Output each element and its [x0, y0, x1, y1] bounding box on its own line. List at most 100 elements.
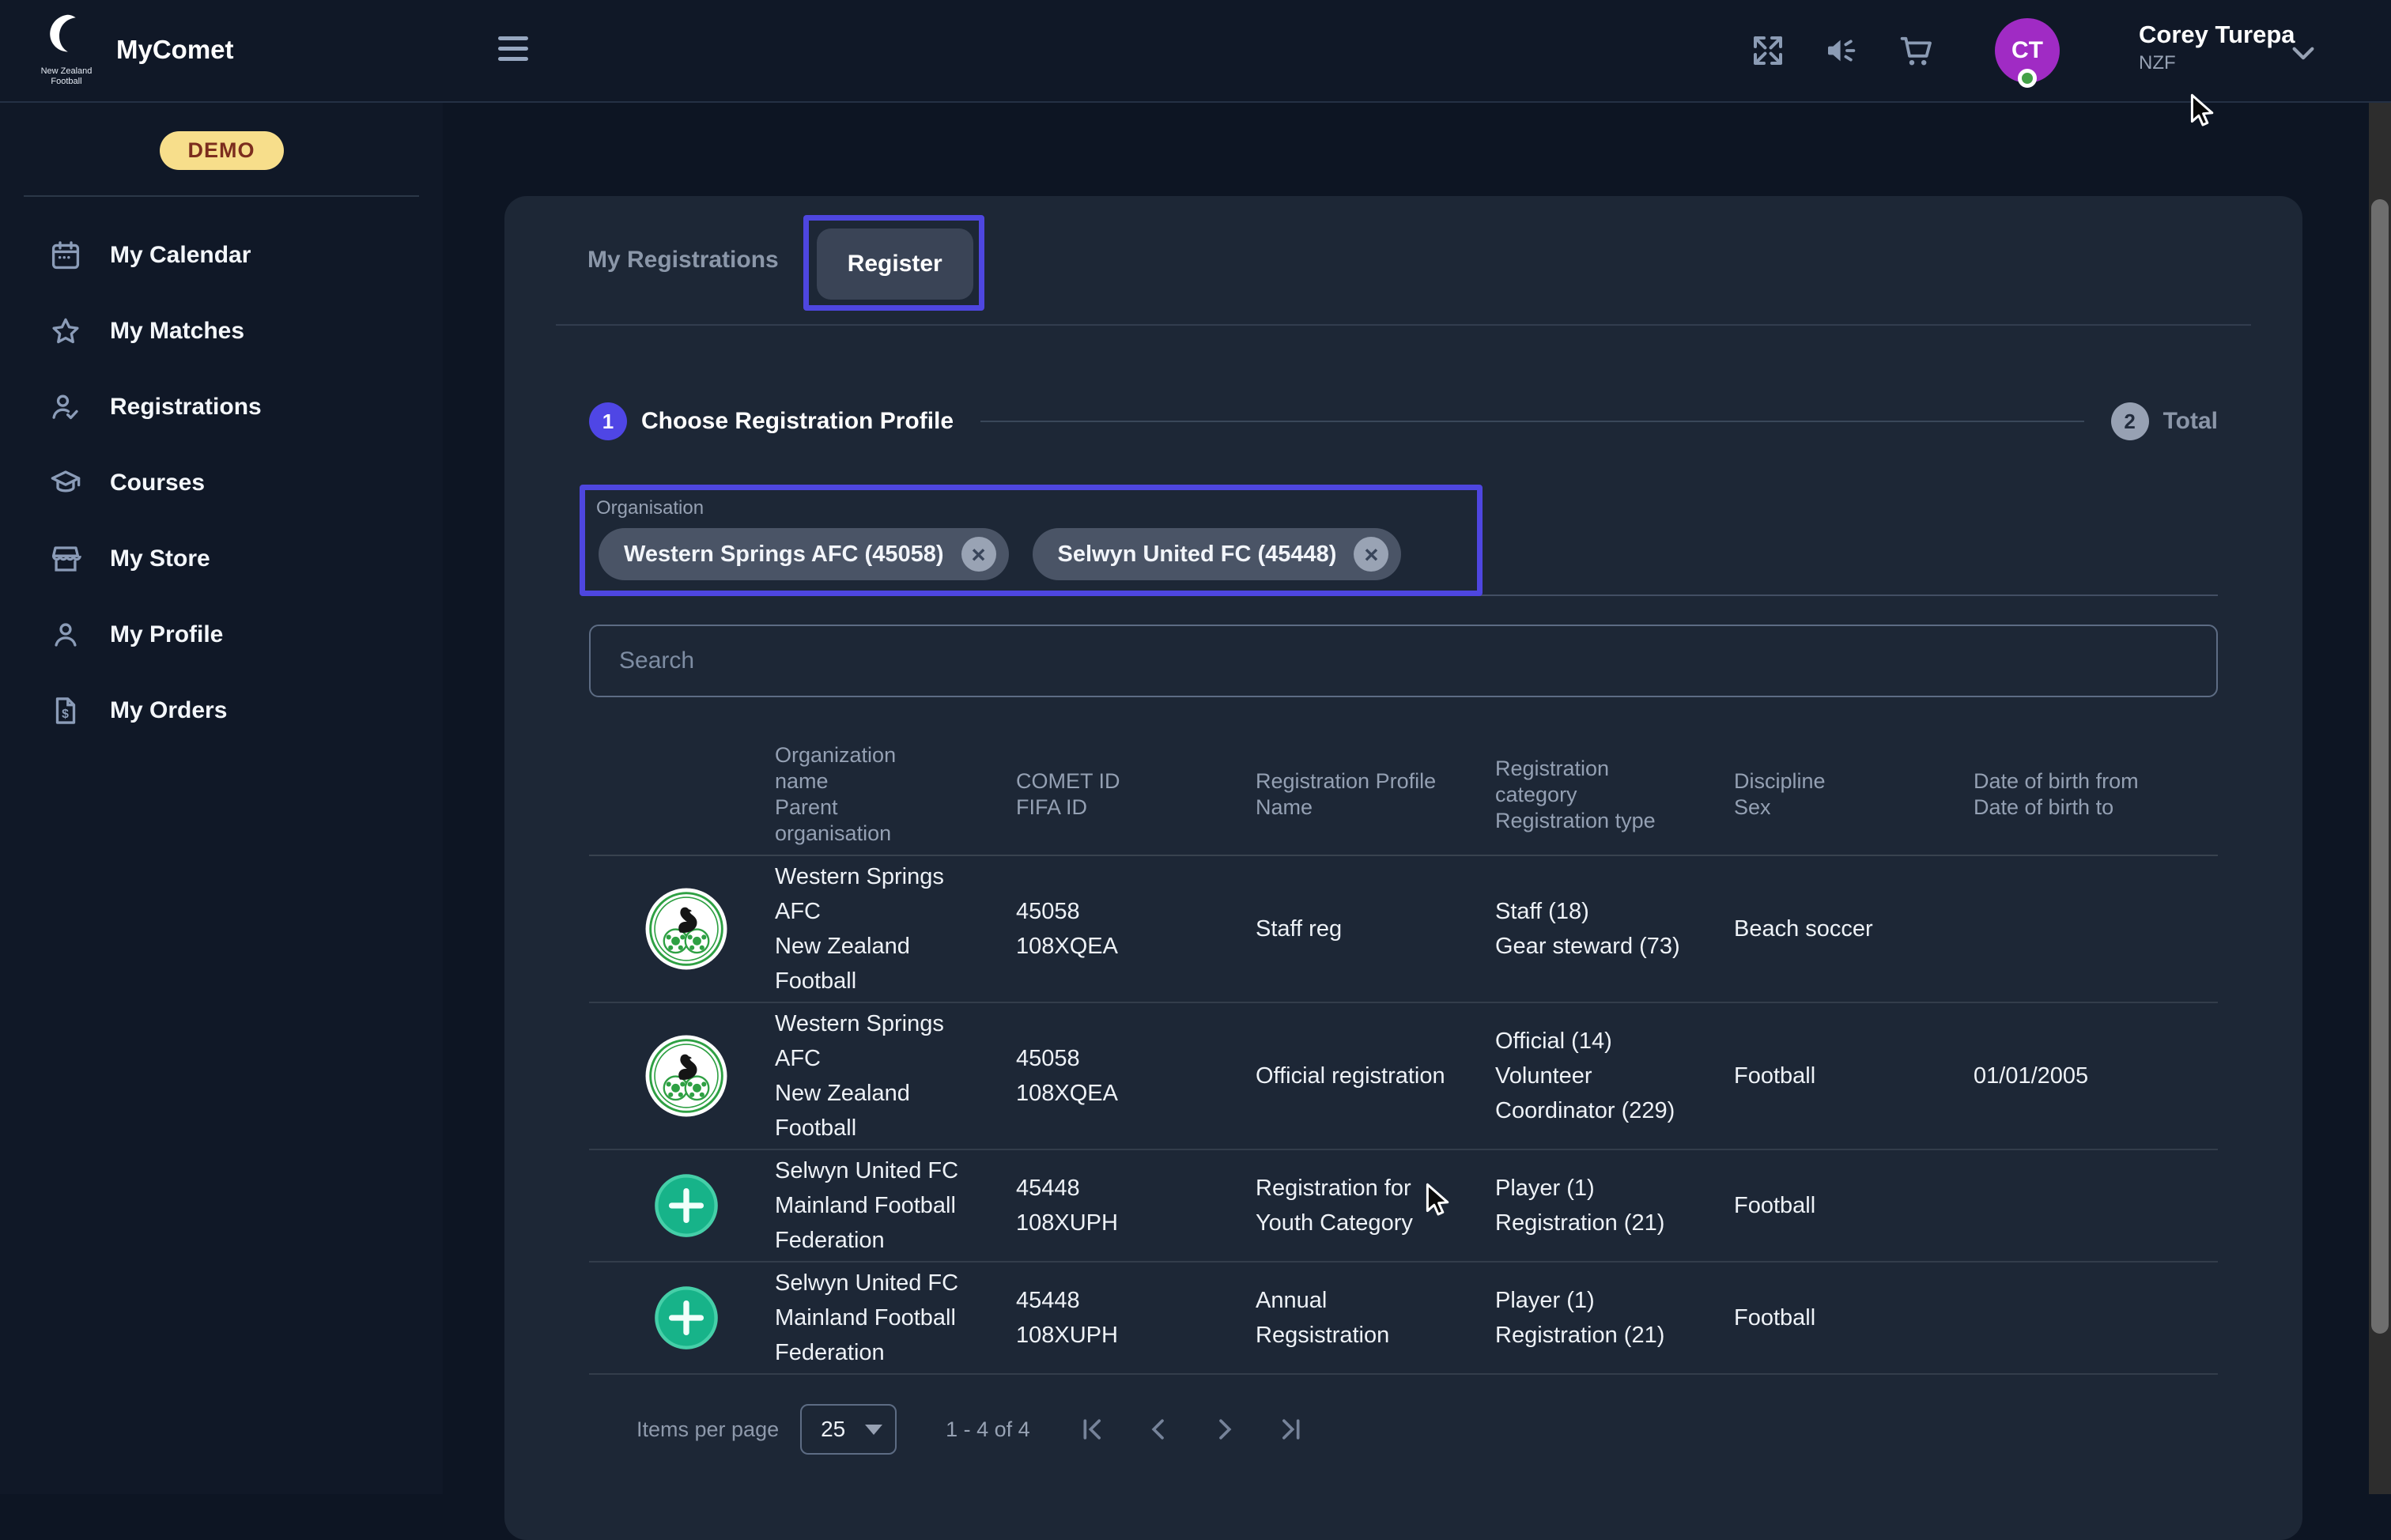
sidebar-item-label: My Calendar — [110, 242, 251, 269]
menu-toggle-button[interactable] — [498, 36, 528, 65]
table-row[interactable]: Western Springs AFCNew Zealand Football 4… — [589, 1003, 2218, 1150]
cell-ids: 45058108XQEA — [1016, 1041, 1224, 1111]
cell-profile: Official registration — [1256, 1059, 1464, 1093]
top-bar: New ZealandFootball MyComet CT Corey Tur… — [0, 0, 2391, 103]
sidebar-item-my-profile[interactable]: My Profile — [0, 597, 443, 673]
sidebar-item-my-store[interactable]: My Store — [0, 521, 443, 597]
first-page-button[interactable] — [1076, 1414, 1108, 1445]
scrollbar-thumb[interactable] — [2371, 199, 2389, 1334]
cell-ids: 45448108XUPH — [1016, 1171, 1224, 1240]
items-per-page-select[interactable]: 25 — [800, 1404, 897, 1455]
sidebar: DEMO My Calendar My Matches Registrations C… — [0, 103, 443, 1494]
pagination: Items per page 25 1 - 4 of 4 — [589, 1398, 1307, 1461]
remove-chip-button[interactable]: × — [1354, 537, 1388, 572]
cell-dob: 01/01/2005 — [1974, 1059, 2218, 1093]
table-row[interactable]: Western Springs AFCNew Zealand Football4… — [589, 856, 2218, 1003]
sidebar-item-label: My Matches — [110, 318, 244, 345]
stepper: 1 Choose Registration Profile 2 Total — [589, 398, 2218, 445]
next-page-button[interactable] — [1209, 1414, 1241, 1445]
sidebar-item-my-orders[interactable]: $ My Orders — [0, 673, 443, 749]
announcements-icon[interactable] — [1823, 32, 1861, 70]
cell-discipline: Football — [1734, 1059, 1942, 1093]
header-cell-org: Organization nameParent organisation — [775, 742, 984, 847]
chip-label: Western Springs AFC (45058) — [624, 542, 944, 568]
remove-chip-button[interactable]: × — [961, 537, 996, 572]
tab-my-registrations[interactable]: My Registrations — [556, 247, 810, 274]
cell-org: Western Springs AFCNew Zealand Football — [775, 1006, 984, 1146]
graduation-cap-icon — [49, 466, 82, 500]
avatar-initials: CT — [2011, 37, 2043, 64]
header-cell-ids: COMET IDFIFA ID — [1016, 768, 1224, 821]
search-input[interactable] — [591, 626, 2216, 696]
sidebar-item-label: Courses — [110, 470, 205, 496]
tab-register[interactable]: Register — [817, 228, 973, 300]
receipt-icon: $ — [49, 694, 82, 727]
items-per-page-label: Items per page — [636, 1417, 779, 1442]
add-icon[interactable] — [589, 1172, 743, 1239]
header-cell-category: Registration categoryRegistration type — [1495, 756, 1702, 834]
demo-badge: DEMO — [160, 131, 284, 170]
cell-profile: Annual Regsistration — [1256, 1283, 1464, 1353]
person-icon — [49, 618, 82, 651]
app-title: MyComet — [116, 35, 234, 65]
table-body: Western Springs AFCNew Zealand Football 4… — [589, 856, 2218, 1375]
sidebar-item-my-calendar[interactable]: My Calendar — [0, 217, 443, 293]
step-1-circle: 1 — [589, 402, 627, 440]
cell-category: Player (1)Registration (21) — [1495, 1171, 1702, 1240]
field-underline — [589, 594, 2218, 596]
avatar[interactable]: CT — [1995, 18, 2060, 83]
main-content: My Registrations Register 1 Choose Regis… — [443, 103, 2391, 1494]
star-icon — [49, 315, 82, 348]
fullscreen-icon[interactable] — [1749, 32, 1787, 70]
table-header: Organization nameParent organisation COME… — [589, 739, 2218, 856]
step-total[interactable]: 2 Total — [2111, 402, 2218, 440]
organisation-chips: Western Springs AFC (45058)×Selwyn Unite… — [599, 528, 1401, 580]
organisation-chip-western-springs-afc-45058[interactable]: Western Springs AFC (45058) × — [599, 528, 1009, 580]
person-check-icon — [49, 391, 82, 424]
online-status-dot — [2018, 69, 2037, 88]
club-crest-icon — [589, 886, 743, 972]
cell-discipline: Football — [1734, 1300, 1942, 1335]
cell-profile: Staff reg — [1256, 912, 1464, 946]
nzf-fern-logo-icon — [45, 13, 88, 63]
user-name[interactable]: Corey Turepa — [2139, 21, 2295, 49]
cell-ids: 45448108XUPH — [1016, 1283, 1224, 1353]
organisation-label: Organisation — [596, 497, 704, 519]
sidebar-item-label: My Orders — [110, 697, 227, 724]
sidebar-item-label: My Store — [110, 545, 210, 572]
chevron-down-icon[interactable] — [2287, 36, 2320, 70]
add-icon[interactable] — [589, 1285, 743, 1351]
tab-bar: My Registrations Register — [556, 196, 2251, 326]
scrollbar-track[interactable] — [2369, 103, 2391, 1494]
previous-page-button[interactable] — [1143, 1414, 1174, 1445]
step-2-circle: 2 — [2111, 402, 2149, 440]
sidebar-item-my-matches[interactable]: My Matches — [0, 293, 443, 369]
step-choose-registration-profile[interactable]: 1 Choose Registration Profile — [589, 402, 954, 440]
cell-org: Selwyn United FCMainland Football Federa… — [775, 1266, 984, 1370]
table-row[interactable]: Selwyn United FCMainland Football Federa… — [589, 1150, 2218, 1263]
organisation-chip-selwyn-united-fc-45448[interactable]: Selwyn United FC (45448) × — [1033, 528, 1402, 580]
svg-text:$: $ — [62, 708, 69, 721]
select-caret-icon — [865, 1425, 882, 1435]
header-cell-dob: Date of birth fromDate of birth to — [1974, 768, 2218, 821]
cart-icon[interactable] — [1898, 32, 1936, 70]
pagination-range: 1 - 4 of 4 — [946, 1417, 1030, 1442]
header-cell-discipline: DisciplineSex — [1734, 768, 1942, 821]
sidebar-nav: My Calendar My Matches Registrations Course… — [0, 217, 443, 749]
registration-profiles-table: Organization nameParent organisation COME… — [589, 739, 2218, 1375]
storefront-icon — [49, 542, 82, 576]
search-box — [589, 625, 2218, 697]
cell-category: Staff (18)Gear steward (73) — [1495, 894, 1702, 964]
cell-category: Player (1)Registration (21) — [1495, 1283, 1702, 1353]
sidebar-divider — [24, 195, 419, 197]
sidebar-item-label: My Profile — [110, 621, 223, 648]
sidebar-item-registrations[interactable]: Registrations — [0, 369, 443, 445]
club-crest-icon — [589, 1033, 743, 1119]
cell-ids: 45058108XQEA — [1016, 894, 1224, 964]
chip-label: Selwyn United FC (45448) — [1058, 542, 1337, 568]
table-row[interactable]: Selwyn United FCMainland Football Federa… — [589, 1263, 2218, 1375]
cell-discipline: Football — [1734, 1188, 1942, 1223]
sidebar-item-courses[interactable]: Courses — [0, 445, 443, 521]
cell-category: Official (14)Volunteer Coordinator (229) — [1495, 1024, 1702, 1128]
last-page-button[interactable] — [1275, 1414, 1307, 1445]
